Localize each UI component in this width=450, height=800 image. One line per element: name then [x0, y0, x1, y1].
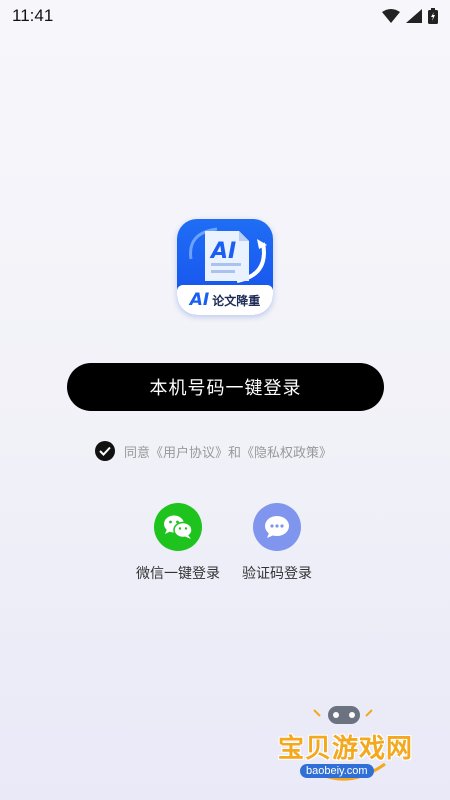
wechat-login-option[interactable]: 微信一键登录: [136, 503, 220, 583]
svg-text:AI: AI: [209, 239, 236, 264]
checkmark-icon: [99, 446, 111, 456]
sms-login-option[interactable]: 验证码登录: [242, 503, 312, 583]
privacy-policy-link[interactable]: 《隐私权政策》: [241, 446, 332, 461]
wechat-login-label: 微信一键登录: [136, 566, 220, 582]
wechat-icon: [164, 515, 193, 539]
battery-icon: [428, 8, 438, 24]
app-logo-badge: AI: [189, 290, 210, 310]
one-click-login-button[interactable]: 本机号码一键登录: [67, 363, 384, 411]
wifi-icon: [382, 9, 400, 23]
agreement-joiner: 和: [228, 445, 242, 461]
agreement-prefix: 同意: [124, 445, 151, 461]
agreement-checkbox[interactable]: [95, 441, 115, 461]
signal-icon: [406, 9, 422, 23]
status-time: 11:41: [12, 6, 54, 25]
app-logo-banner: AI 论文降重: [177, 285, 273, 315]
app-logo-title: 论文降重: [212, 293, 261, 308]
status-icons: [382, 8, 438, 24]
wechat-login-button[interactable]: [154, 503, 202, 551]
app-logo: AI AI 论文降重: [177, 219, 273, 315]
agreement-row: 同意《用户协议》和《隐私权政策》: [95, 440, 332, 462]
watermark-title: 宝贝游戏网: [278, 734, 414, 764]
sms-login-label: 验证码登录: [242, 566, 312, 582]
watermark-url: baobeiy.com: [300, 764, 374, 778]
user-agreement-link[interactable]: 《用户协议》: [150, 446, 228, 461]
message-icon: [265, 516, 289, 538]
watermark: 宝贝游戏网 baobeiy.com: [270, 702, 420, 787]
sms-login-button[interactable]: [253, 503, 301, 551]
status-bar: 11:41: [0, 0, 450, 32]
